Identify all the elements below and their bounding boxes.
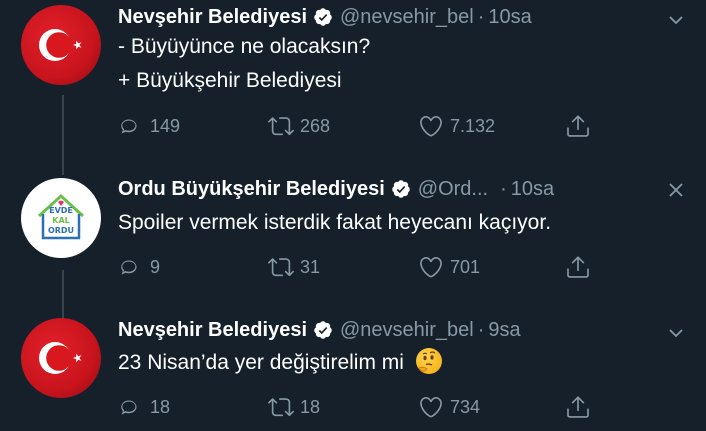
timestamp[interactable]: 10sa (488, 6, 531, 29)
avatar-text: ORDU (47, 226, 75, 235)
chevron-down-icon[interactable] (668, 12, 684, 28)
tweet-text-line: - Büyüyünce ne olacaksın? (118, 35, 371, 58)
share-icon (567, 396, 589, 418)
crescent-star-icon (39, 342, 82, 374)
thread-line (62, 270, 64, 320)
reply-icon (121, 400, 137, 415)
share-icon (567, 115, 589, 137)
like-count: 7.132 (450, 115, 496, 136)
reply-button[interactable]: 149 (118, 113, 180, 139)
tweet-text-line: + Büyükşehir Belediyesi (118, 69, 342, 92)
tweet-actions: 18 18 734 (118, 394, 686, 420)
turkish-flag-avatar[interactable] (21, 318, 101, 398)
reply-button[interactable]: 18 (118, 394, 170, 420)
reply-icon (121, 260, 137, 275)
reply-count: 149 (150, 115, 181, 136)
retweet-count: 268 (300, 115, 331, 136)
tweet-text-line: 23 Nisan’da yer değiştirelim mi (118, 348, 442, 377)
like-count: 734 (450, 396, 481, 417)
tweet-text: 23 Nisan’da yer değiştirelim mi (118, 351, 404, 374)
display-name[interactable]: Ordu Büyükşehir Belediyesi (118, 178, 385, 201)
handle[interactable]: @Ord... (418, 178, 488, 201)
retweet-count: 31 (300, 256, 321, 277)
separator-dot: · (477, 5, 485, 28)
tweet-text-line: Spoiler vermek isterdik fakat heyecanı k… (118, 211, 552, 234)
retweet-icon (268, 117, 294, 136)
handle[interactable]: @nevsehir_bel (340, 6, 474, 29)
chevron-down-icon[interactable] (668, 325, 684, 341)
tweet-header: Nevşehir Belediyesi @nevsehir_bel · 10sa (118, 3, 532, 31)
share-button[interactable] (565, 254, 597, 280)
avatar-text: KAL (52, 216, 70, 225)
crescent-star-icon (39, 29, 82, 61)
share-button[interactable] (565, 113, 597, 139)
retweet-button[interactable]: 31 (268, 254, 320, 280)
display-name[interactable]: Nevşehir Belediyesi (118, 319, 307, 342)
display-name[interactable]: Nevşehir Belediyesi (118, 6, 307, 29)
tweet-actions: 9 31 701 (118, 254, 686, 280)
share-button[interactable] (565, 394, 597, 420)
reply-count: 9 (150, 256, 161, 277)
evde-kal-ordu-avatar[interactable]: EVDE KAL ORDU (21, 178, 101, 258)
separator-dot: · (477, 318, 485, 341)
heart-icon (420, 115, 442, 137)
heart-icon (420, 256, 442, 278)
tweet-header: Ordu Büyükşehir Belediyesi @Ord... · 10s… (118, 175, 554, 203)
tweet-header: Nevşehir Belediyesi @nevsehir_bel · 9sa (118, 316, 521, 344)
turkish-flag-avatar[interactable] (21, 5, 101, 85)
retweet-button[interactable]: 268 (268, 113, 330, 139)
verified-badge-icon (314, 321, 332, 339)
reply-button[interactable]: 9 (118, 254, 160, 280)
retweet-icon (268, 258, 294, 277)
tweet-actions: 149 268 7.132 (118, 113, 686, 139)
like-button[interactable]: 7.132 (418, 113, 495, 139)
retweet-icon (268, 398, 294, 417)
reply-icon (121, 119, 137, 134)
heart-icon (420, 396, 442, 418)
like-button[interactable]: 701 (418, 254, 480, 280)
separator-dot: · (500, 177, 507, 200)
retweet-count: 18 (300, 396, 321, 417)
share-icon (567, 256, 589, 278)
avatar-text: EVDE (49, 206, 73, 215)
like-button[interactable]: 734 (418, 394, 480, 420)
thread-line (62, 95, 64, 175)
timestamp[interactable]: 9sa (488, 319, 520, 342)
like-count: 701 (450, 256, 481, 277)
verified-badge-icon (392, 180, 410, 198)
timestamp[interactable]: 10sa (511, 178, 554, 201)
close-icon[interactable] (668, 182, 684, 198)
handle[interactable]: @nevsehir_bel (340, 319, 474, 342)
reply-count: 18 (150, 396, 171, 417)
retweet-button[interactable]: 18 (268, 394, 320, 420)
verified-badge-icon (314, 8, 332, 26)
thinking-face-emoji (415, 348, 442, 374)
